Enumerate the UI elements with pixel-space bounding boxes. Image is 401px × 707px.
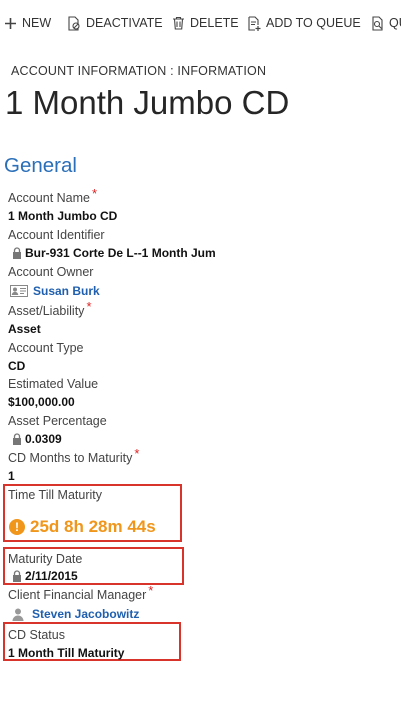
new-button-label: NEW xyxy=(22,16,52,30)
estimated-value-value[interactable]: $100,000.00 xyxy=(8,394,75,410)
lock-icon xyxy=(13,570,21,582)
section-title-general: General xyxy=(4,154,77,177)
breadcrumb: ACCOUNT INFORMATION : INFORMATION xyxy=(11,64,267,78)
new-button[interactable]: NEW xyxy=(4,14,51,32)
delete-button[interactable]: DELETE xyxy=(172,14,239,32)
required-marker: * xyxy=(91,186,98,201)
client-financial-manager-label: Client Financial Manager * xyxy=(8,583,154,602)
deactivate-button-label: DEACTIVATE xyxy=(86,16,163,30)
cd-months-label: CD Months to Maturity * xyxy=(8,446,140,465)
cd-months-value[interactable]: 1 xyxy=(8,468,15,484)
account-identifier-label: Account Identifier xyxy=(8,228,105,242)
account-identifier-value: Bur-931 Corte De L--1 Month Jum xyxy=(12,245,216,261)
account-owner-label: Account Owner xyxy=(8,265,94,279)
asset-liability-label: Asset/Liability * xyxy=(8,299,92,318)
time-till-maturity-value: 25d 8h 28m 44s xyxy=(30,517,156,536)
deactivate-icon xyxy=(68,15,80,31)
command-bar: NEW DEACTIVATE DELETE ADD TO QUEUE QU xyxy=(0,0,401,46)
maturity-date-value: 2/11/2015 xyxy=(12,568,78,584)
client-financial-manager-value[interactable]: Steven Jacobowitz xyxy=(12,606,139,622)
warning-icon: ! xyxy=(9,519,25,535)
queue-button-label: QU xyxy=(389,16,401,30)
queue-icon xyxy=(372,15,383,31)
add-to-queue-button-label: ADD TO QUEUE xyxy=(266,16,361,30)
delete-button-label: DELETE xyxy=(190,16,239,30)
deactivate-button[interactable]: DEACTIVATE xyxy=(67,14,163,32)
page-title: 1 Month Jumbo CD xyxy=(5,84,290,121)
queue-button[interactable]: QU xyxy=(371,14,401,32)
time-till-maturity-timer: ! 25d 8h 28m 44s xyxy=(9,517,156,537)
person-icon xyxy=(12,608,24,621)
lock-icon xyxy=(13,247,21,259)
lock-icon xyxy=(13,433,21,445)
account-name-label: Account Name * xyxy=(8,186,98,205)
asset-liability-value[interactable]: Asset xyxy=(8,321,41,337)
account-type-label: Account Type xyxy=(8,341,84,355)
account-owner-value[interactable]: Susan Burk xyxy=(10,283,100,299)
add-to-queue-icon xyxy=(248,15,261,31)
plus-icon xyxy=(5,17,16,29)
user-card-icon xyxy=(10,285,28,297)
account-name-value[interactable]: 1 Month Jumbo CD xyxy=(8,208,117,224)
trash-icon xyxy=(173,16,184,30)
maturity-date-label: Maturity Date xyxy=(8,552,83,566)
estimated-value-label: Estimated Value xyxy=(8,377,99,391)
time-till-maturity-label: Time Till Maturity xyxy=(8,488,102,502)
asset-percentage-label: Asset Percentage xyxy=(8,414,107,428)
required-marker: * xyxy=(134,446,140,461)
account-type-value[interactable]: CD xyxy=(8,358,25,374)
add-to-queue-button[interactable]: ADD TO QUEUE xyxy=(247,14,361,32)
cd-status-label: CD Status xyxy=(8,628,65,642)
required-marker: * xyxy=(86,299,92,314)
required-marker: * xyxy=(148,583,154,598)
asset-percentage-value: 0.0309 xyxy=(12,431,62,447)
cd-status-value[interactable]: 1 Month Till Maturity xyxy=(8,645,124,661)
